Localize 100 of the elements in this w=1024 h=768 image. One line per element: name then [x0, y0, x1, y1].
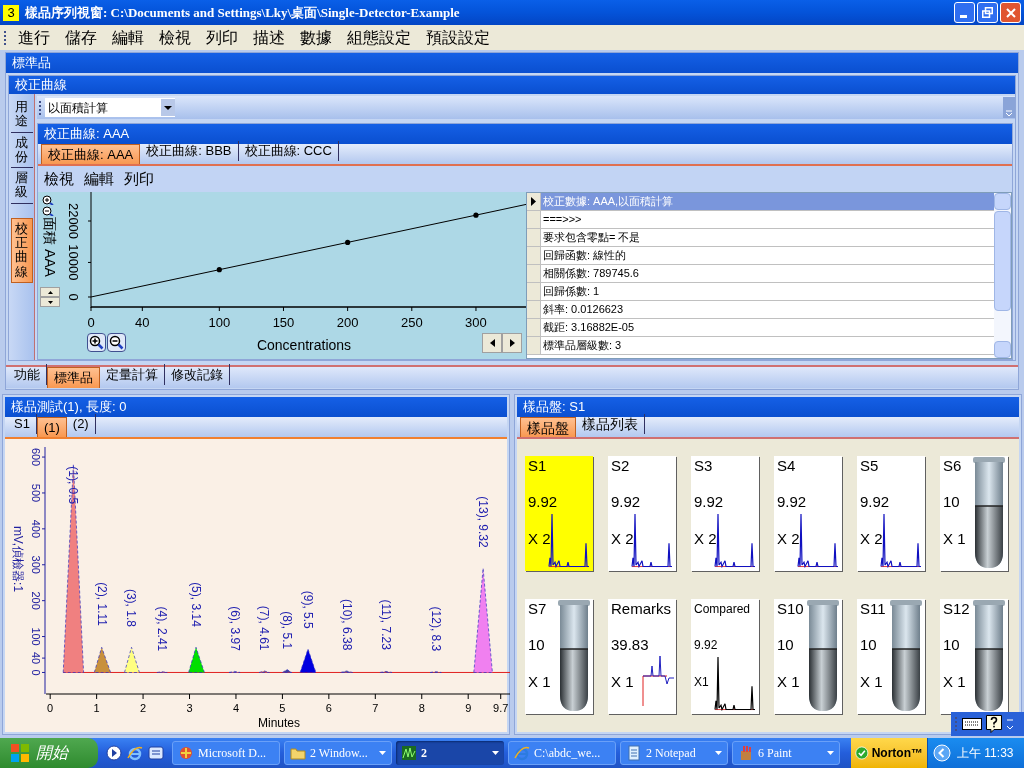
scroll-left-button[interactable] [482, 333, 502, 353]
test-tube-icon [889, 599, 923, 712]
row-header[interactable] [527, 193, 541, 210]
menu-item[interactable]: 描述 [249, 25, 289, 50]
spin-down-button[interactable] [40, 297, 60, 307]
y-tick-label: 0 [30, 669, 42, 676]
taskbar-button[interactable]: 2 Window... [284, 741, 392, 765]
taskbar-button[interactable]: C:\abdc_we... [508, 741, 616, 765]
side-tab[interactable]: 校正曲線 [10, 217, 33, 283]
sample-name: S6 [943, 456, 962, 476]
sample-card[interactable]: Compared 9.92 X1 [691, 599, 759, 714]
y-tick-label: 100 [30, 627, 42, 646]
details-row[interactable]: 要求包含零點= 不是 [541, 229, 994, 246]
zoom-in-icon[interactable] [40, 195, 56, 205]
close-button[interactable] [1000, 2, 1021, 23]
y-tick-label: 500 [30, 483, 42, 503]
menu-item[interactable]: 組態設定 [343, 25, 415, 50]
x-tick-label: 9 [465, 702, 472, 714]
spin-up-button[interactable] [40, 287, 60, 297]
peak-label: (9), 5.5 [300, 590, 315, 629]
taskbar-button[interactable]: 6 Paint [732, 741, 840, 765]
minimize-button[interactable] [954, 2, 975, 23]
sample-card[interactable]: S5 9.92 X 2 [857, 456, 925, 571]
tab[interactable]: 樣品列表 [576, 414, 645, 434]
panel-title: 樣品測試(1), 長度: 0 [5, 397, 507, 417]
chevron-left-icon[interactable] [933, 744, 951, 762]
sample-value: 9.92 [777, 493, 807, 511]
tab[interactable]: 校正曲線: AAA [41, 144, 141, 164]
menu-item[interactable]: 編輯 [108, 25, 148, 50]
sample-count: X 2 [860, 530, 883, 548]
tab[interactable]: 標準品 [47, 367, 100, 388]
sample-count: X 2 [528, 530, 551, 548]
y-tick-label: 0 [66, 293, 81, 301]
sample-card[interactable]: S6 10 X 1 [940, 456, 1008, 571]
x-tick-label: 9.7 [493, 702, 509, 714]
menu-item[interactable]: 編輯 [84, 167, 114, 191]
sample-card[interactable]: Remarks 39.83 X 1 [608, 599, 676, 714]
media-player-icon[interactable] [106, 745, 122, 761]
keyboard-icon[interactable] [962, 718, 982, 730]
sample-count: X 1 [777, 673, 800, 691]
test-tube-icon [972, 456, 1006, 569]
options-icon[interactable] [1006, 717, 1014, 731]
taskbar-button[interactable]: Microsoft D... [172, 741, 280, 765]
menu-item[interactable]: 預設設定 [422, 25, 494, 50]
taskbar-button[interactable]: 2 Notepad [620, 741, 728, 765]
taskbar-button[interactable]: 2 [396, 741, 504, 765]
menu-item[interactable]: 進行 [14, 25, 54, 50]
details-row[interactable]: 相關係數: 789745.6 [541, 265, 994, 282]
help-icon[interactable] [986, 715, 1002, 733]
details-row[interactable]: 回歸函數: 線性的 [541, 247, 994, 264]
tab[interactable]: (1) [36, 417, 67, 437]
x-tick-label: 7 [372, 702, 379, 714]
browser-icon[interactable] [127, 745, 143, 761]
tab[interactable]: (2) [66, 414, 96, 434]
menu-item[interactable]: 數據 [296, 25, 336, 50]
start-button[interactable]: 開始 [0, 738, 98, 768]
tab[interactable]: 校正曲線: CCC [238, 141, 339, 161]
sample-card[interactable]: S7 10 X 1 [525, 599, 593, 714]
zoom-out-icon [109, 335, 124, 350]
side-tab[interactable]: 用途 [10, 97, 33, 133]
menu-item[interactable]: 檢視 [155, 25, 195, 50]
maximize-button[interactable] [977, 2, 998, 23]
details-row[interactable]: 斜率: 0.0126623 [541, 301, 994, 318]
calc-mode-dropdown[interactable]: 以面積計算 [45, 98, 175, 117]
menu-item[interactable]: 檢視 [44, 167, 74, 191]
sample-card[interactable]: S2 9.92 X 2 [608, 456, 676, 571]
tab[interactable]: 定量計算 [100, 364, 165, 385]
details-row[interactable]: 截距: 3.16882E-05 [541, 319, 994, 336]
scrollbar[interactable] [994, 193, 1011, 358]
tray-app-button[interactable]: Norton™ [851, 738, 927, 768]
tab[interactable]: 修改記錄 [165, 364, 230, 385]
mail-icon[interactable] [148, 745, 164, 761]
x-tick-label: 40 [135, 315, 150, 330]
sample-card[interactable]: S1 9.92 X 2 [525, 456, 593, 571]
menu-item[interactable]: 列印 [202, 25, 242, 50]
sample-card[interactable]: S12 10 X 1 [940, 599, 1008, 714]
menu-item[interactable]: 列印 [124, 167, 154, 191]
sample-card[interactable]: S10 10 X 1 [774, 599, 842, 714]
scroll-right-button[interactable] [502, 333, 522, 353]
window-title: 樣品序列視窗: C:\Documents and Settings\Lky\桌面\Single-Detector-Example [25, 3, 460, 22]
zoom-in-button[interactable] [87, 333, 106, 352]
zoom-out-button[interactable] [107, 333, 126, 352]
toolbar-options-icon[interactable] [1003, 97, 1015, 118]
sample-card[interactable]: S11 10 X 1 [857, 599, 925, 714]
sample-card[interactable]: S3 9.92 X 2 [691, 456, 759, 571]
details-row[interactable]: 回歸係數: 1 [541, 283, 994, 300]
details-row[interactable]: ===>>> [541, 211, 994, 228]
menu-item[interactable]: 儲存 [61, 25, 101, 50]
side-tab[interactable]: 成份 [10, 132, 33, 169]
y-tick-label: 10000 [66, 244, 81, 281]
peak-label: (3), 1.8 [124, 588, 139, 627]
zoom-out-icon[interactable] [40, 206, 56, 216]
side-tab[interactable]: 層級 [10, 168, 33, 204]
peak-label: (12), 8.3 [428, 606, 443, 652]
sample-card[interactable]: S4 9.92 X 2 [774, 456, 842, 571]
details-row[interactable]: 標準品層級數: 3 [541, 337, 994, 354]
tab[interactable]: 校正曲線: BBB [140, 141, 239, 161]
tab[interactable]: 樣品盤 [520, 417, 576, 437]
paint-icon [738, 745, 754, 761]
tab[interactable]: S1 [8, 414, 37, 434]
